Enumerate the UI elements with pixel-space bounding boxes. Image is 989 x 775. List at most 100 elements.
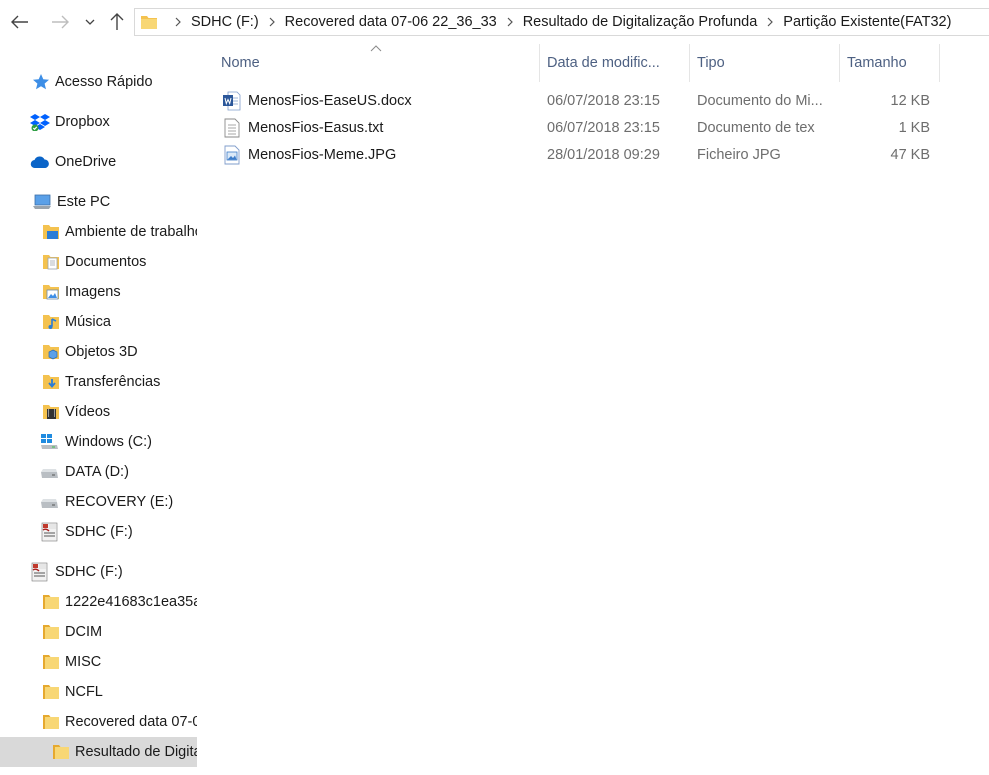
sidebar-item-label: Recovered data 07-06 22_36_33 xyxy=(65,714,197,730)
arrow-right-icon xyxy=(52,15,69,29)
sdhc-card-icon xyxy=(40,522,60,542)
column-header-name[interactable]: Nome xyxy=(213,44,539,82)
folder-icon xyxy=(141,16,157,29)
breadcrumb-item[interactable]: Recovered data 07-06 22_36_33 xyxy=(285,14,497,30)
column-divider[interactable] xyxy=(939,44,940,82)
arrow-up-icon xyxy=(110,13,124,30)
sidebar-item-misc[interactable]: MISC xyxy=(0,647,197,677)
sidebar-item-label: DATA (D:) xyxy=(65,464,129,480)
breadcrumb-item[interactable]: Resultado de Digitalização Profunda xyxy=(523,14,758,30)
computer-icon xyxy=(32,193,52,211)
sidebar-item-label: Transferências xyxy=(65,374,161,390)
sidebar-item-label: Acesso Rápido xyxy=(55,74,153,90)
sidebar-item-this-pc[interactable]: Este PC xyxy=(0,187,197,217)
sidebar-item-label: Ambiente de trabalho xyxy=(65,224,197,240)
forward-button[interactable] xyxy=(48,10,72,34)
address-bar[interactable]: SDHC (F:) Recovered data 07-06 22_36_33 … xyxy=(134,8,989,36)
sidebar-item-label: Documentos xyxy=(65,254,147,270)
file-type: Documento do Mi... xyxy=(697,92,823,109)
videos-folder-icon xyxy=(42,403,60,421)
column-header-date[interactable]: Data de modific... xyxy=(539,44,689,82)
navigation-bar: SDHC (F:) Recovered data 07-06 22_36_33 … xyxy=(0,0,989,46)
breadcrumb-separator[interactable] xyxy=(767,17,774,27)
column-header-size[interactable]: Tamanho xyxy=(839,44,939,82)
file-size: 12 KB xyxy=(890,92,931,109)
chevron-right-icon xyxy=(767,17,774,27)
file-row[interactable]: MenosFios-Easus.txt 06/07/2018 23:15 Doc… xyxy=(213,114,943,141)
sidebar-item-quick-access[interactable]: Acesso Rápido xyxy=(0,67,197,97)
windows-drive-icon xyxy=(40,433,60,451)
file-name-cell[interactable]: MenosFios-Easus.txt xyxy=(223,114,541,141)
text-document-icon xyxy=(223,118,241,138)
sidebar-item-onedrive[interactable]: OneDrive xyxy=(0,147,197,177)
sidebar-item-videos[interactable]: Vídeos xyxy=(0,397,197,427)
file-row[interactable]: MenosFios-EaseUS.docx 06/07/2018 23:15 D… xyxy=(213,87,943,114)
sidebar-item-pictures[interactable]: Imagens xyxy=(0,277,197,307)
sidebar-item-label: SDHC (F:) xyxy=(55,564,123,580)
cloud-icon xyxy=(30,153,50,171)
folder-icon xyxy=(42,713,60,731)
breadcrumb-separator[interactable] xyxy=(269,17,275,27)
file-name: MenosFios-Easus.txt xyxy=(248,119,384,136)
file-name-cell[interactable]: MenosFios-EaseUS.docx xyxy=(223,87,541,114)
chevron-right-icon xyxy=(175,17,181,27)
sidebar-item-label: NCFL xyxy=(65,684,103,700)
sidebar-item-label: Música xyxy=(65,314,111,330)
sidebar-item-recovered-data[interactable]: Recovered data 07-06 22_36_33 xyxy=(0,707,197,737)
drive-icon xyxy=(40,463,60,481)
sidebar-item-dcim[interactable]: DCIM xyxy=(0,617,197,647)
downloads-folder-icon xyxy=(42,373,60,391)
sidebar-item-music[interactable]: Música xyxy=(0,307,197,337)
breadcrumb-item[interactable]: SDHC (F:) xyxy=(191,14,259,30)
sidebar-item-recovery-e[interactable]: RECOVERY (E:) xyxy=(0,487,197,517)
sidebar-item-label: DCIM xyxy=(65,624,103,640)
file-row[interactable]: MenosFios-Meme.JPG 28/01/2018 09:29 Fich… xyxy=(213,141,943,168)
sidebar-item-3d-objects[interactable]: Objetos 3D xyxy=(0,337,197,367)
file-date: 06/07/2018 23:15 xyxy=(547,119,660,136)
objects3d-folder-icon xyxy=(42,343,60,361)
breadcrumb-item[interactable]: Partição Existente(FAT32) xyxy=(783,14,951,30)
sidebar-item-label: Windows (C:) xyxy=(65,434,153,450)
sidebar-item-label: Resultado de Digitalização Profunda xyxy=(75,744,197,760)
sidebar-item-sdhc-f[interactable]: SDHC (F:) xyxy=(0,517,197,547)
dropbox-icon xyxy=(30,113,50,131)
back-button[interactable] xyxy=(8,10,32,34)
sidebar-item-folder-1222e[interactable]: 1222e41683c1ea35a xyxy=(0,587,197,617)
file-name: MenosFios-EaseUS.docx xyxy=(248,92,412,109)
sidebar-item-label: Vídeos xyxy=(65,404,111,420)
file-size: 47 KB xyxy=(890,146,931,163)
chevron-down-icon xyxy=(85,19,95,25)
folder-icon xyxy=(42,623,60,641)
file-name: MenosFios-Meme.JPG xyxy=(248,146,397,163)
sidebar-item-sdhc-f-root[interactable]: SDHC (F:) xyxy=(0,557,197,587)
recent-locations-button[interactable] xyxy=(80,10,100,34)
sidebar-item-desktop[interactable]: Ambiente de trabalho xyxy=(0,217,197,247)
drive-icon xyxy=(40,493,60,511)
sidebar-item-ncfl[interactable]: NCFL xyxy=(0,677,197,707)
file-type: Documento de tex xyxy=(697,119,815,136)
sidebar-item-deep-scan-result[interactable]: Resultado de Digitalização Profunda xyxy=(0,737,197,767)
breadcrumb-separator[interactable] xyxy=(507,17,513,27)
sidebar-item-label: 1222e41683c1ea35a xyxy=(65,594,197,610)
file-size: 1 KB xyxy=(898,119,930,136)
sidebar-item-downloads[interactable]: Transferências xyxy=(0,367,197,397)
sidebar-item-label: Este PC xyxy=(57,194,111,210)
breadcrumb-separator[interactable] xyxy=(175,17,181,27)
up-button[interactable] xyxy=(105,10,129,34)
sidebar-item-label: Objetos 3D xyxy=(65,344,138,360)
image-file-icon xyxy=(223,145,241,165)
file-date: 06/07/2018 23:15 xyxy=(547,92,660,109)
sidebar-item-windows-c[interactable]: Windows (C:) xyxy=(0,427,197,457)
music-folder-icon xyxy=(42,313,60,331)
file-name-cell[interactable]: MenosFios-Meme.JPG xyxy=(223,141,541,168)
sidebar-item-dropbox[interactable]: Dropbox xyxy=(0,107,197,137)
star-icon xyxy=(32,73,50,91)
sidebar-item-data-d[interactable]: DATA (D:) xyxy=(0,457,197,487)
file-date: 28/01/2018 09:29 xyxy=(547,146,660,163)
pictures-folder-icon xyxy=(42,283,60,301)
folder-icon xyxy=(42,653,60,671)
column-header-type[interactable]: Tipo xyxy=(689,44,839,82)
word-document-icon xyxy=(223,91,241,111)
sidebar-item-label: Imagens xyxy=(65,284,121,300)
sidebar-item-documents[interactable]: Documentos xyxy=(0,247,197,277)
